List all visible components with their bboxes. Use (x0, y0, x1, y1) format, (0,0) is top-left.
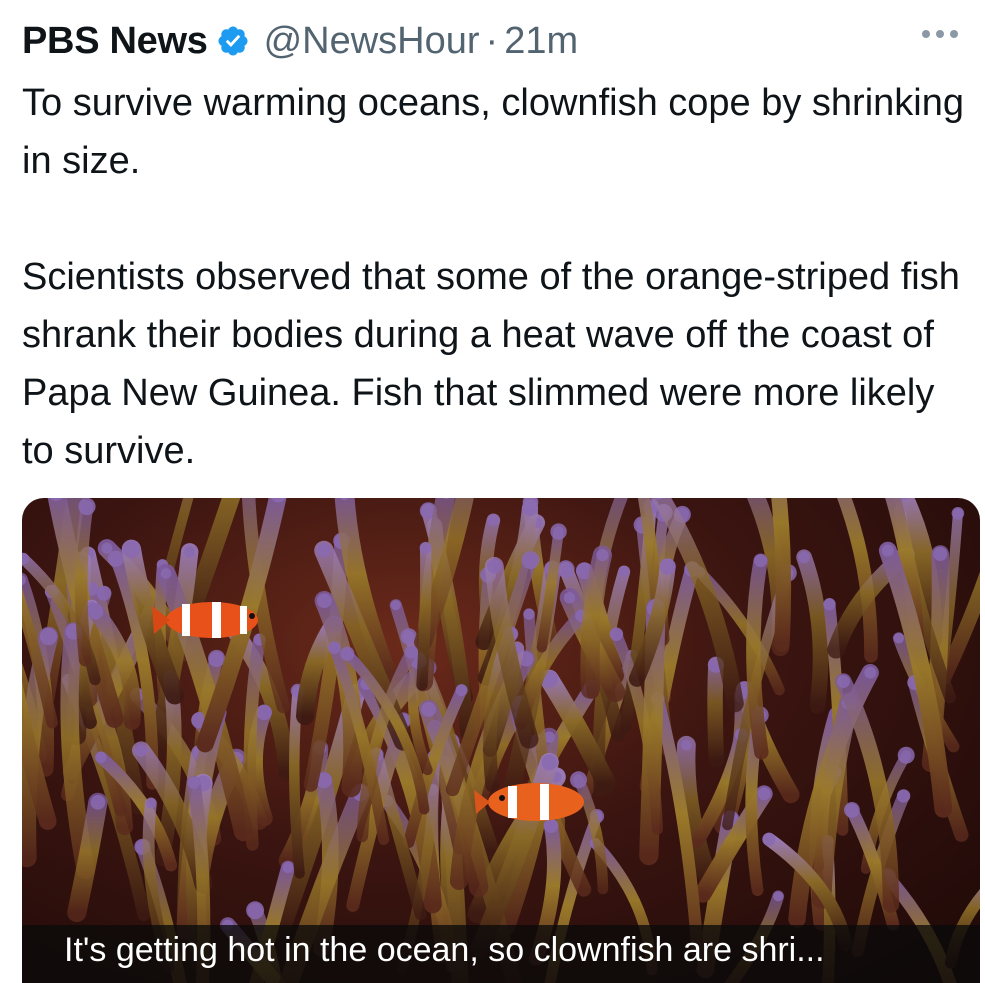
more-options-icon[interactable] (918, 22, 962, 46)
tweet-header: PBS News @NewsHour · 21m (22, 14, 962, 68)
dot-icon (936, 30, 944, 38)
tweet-text: To survive warming oceans, clownfish cop… (22, 74, 972, 480)
separator-dot: · (485, 19, 499, 62)
dot-icon (922, 30, 930, 38)
tweet-paragraph: To survive warming oceans, clownfish cop… (22, 82, 964, 182)
anemone-tentacles (22, 498, 980, 983)
video-caption-text: It's getting hot in the ocean, so clownf… (64, 931, 825, 969)
author-name[interactable]: PBS News (22, 20, 208, 63)
anemone-scene-image (22, 498, 980, 983)
author-handle[interactable]: @NewsHour (264, 20, 480, 63)
timestamp[interactable]: 21m (504, 20, 578, 63)
video-media[interactable] (22, 498, 980, 983)
dot-icon (950, 30, 958, 38)
verified-badge-icon[interactable] (216, 24, 250, 58)
tweet-paragraph: Scientists observed that some of the ora… (22, 256, 960, 472)
video-caption-bar: It's getting hot in the ocean, so clownf… (22, 925, 980, 983)
